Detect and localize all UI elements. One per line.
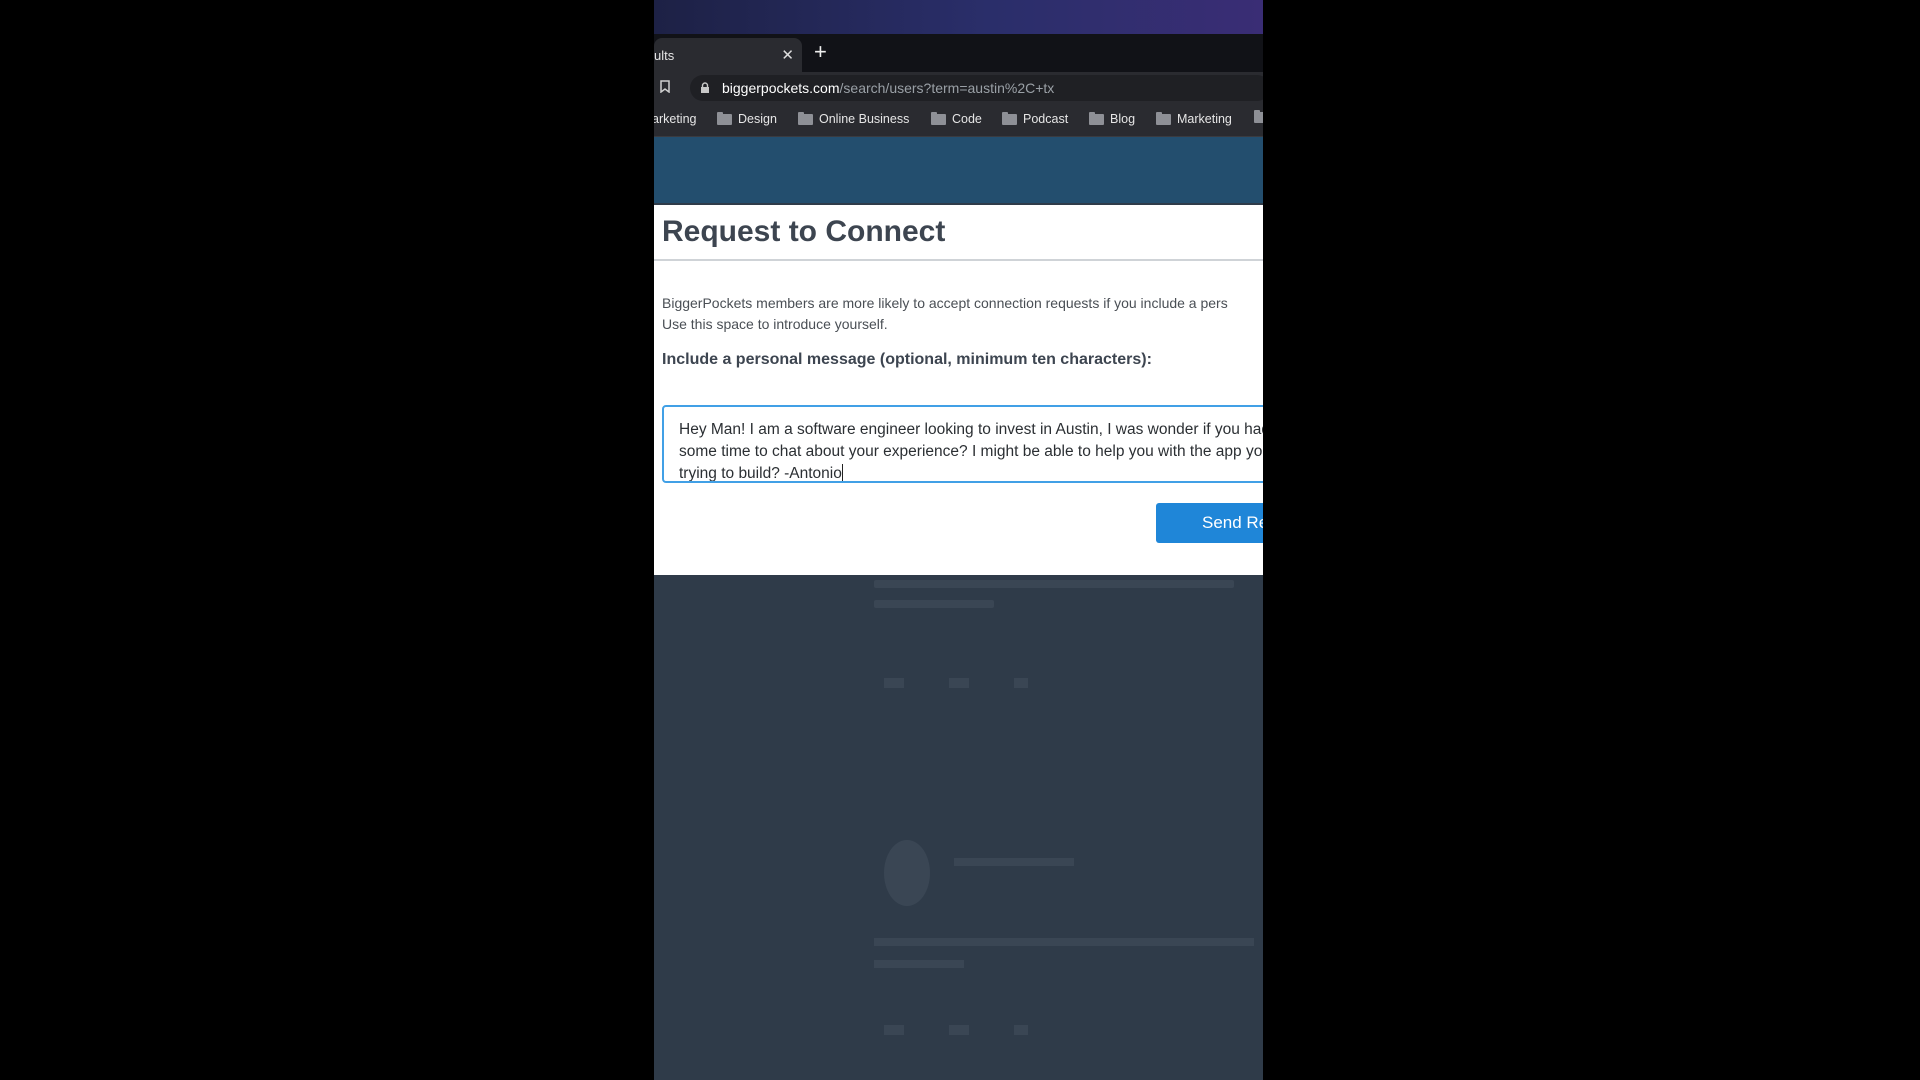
site-navigation-dimmed <box>654 137 1263 203</box>
blurred-stat <box>949 678 969 688</box>
bookmark-blog[interactable]: Blog <box>1089 111 1136 126</box>
folder-icon <box>1089 111 1104 125</box>
bookmark-code[interactable]: Code <box>931 111 982 126</box>
new-tab-icon[interactable]: + <box>814 39 827 65</box>
folder-icon <box>1254 110 1263 123</box>
blurred-stat <box>884 678 904 688</box>
description-line-2: Use this space to introduce yourself. <box>662 316 888 332</box>
browser-viewport: ults ✕ + biggerpockets.com/search/users?… <box>654 0 1263 1080</box>
lock-icon <box>701 82 709 93</box>
bookmark-label: Marketing <box>1177 112 1232 126</box>
bookmark-label: Code <box>952 112 982 126</box>
modal-description: BiggerPockets members are more likely to… <box>662 293 1263 335</box>
bookmark-podcast[interactable]: Podcast <box>1002 111 1069 126</box>
blurred-text-line <box>874 938 1254 946</box>
blurred-text-line <box>874 600 994 608</box>
bookmarks-bar: arketing Design Online Business Code Pod… <box>654 104 1263 137</box>
url-text: biggerpockets.com/search/users?term=aust… <box>722 80 1054 96</box>
text-cursor <box>841 464 843 481</box>
blurred-stat <box>949 1025 969 1035</box>
address-bar[interactable]: biggerpockets.com/search/users?term=aust… <box>690 75 1263 101</box>
description-line-1: BiggerPockets members are more likely to… <box>662 295 1228 311</box>
blurred-text-line <box>954 858 1074 866</box>
browser-tab[interactable]: ults ✕ <box>654 38 802 72</box>
blurred-stat <box>1014 678 1028 688</box>
message-text: Hey Man! I am a software engineer lookin… <box>679 419 1263 482</box>
folder-icon <box>1002 111 1017 125</box>
bookmark-online-business[interactable]: Online Business <box>798 111 910 126</box>
tab-bar: ults ✕ + <box>654 34 1263 72</box>
modal-title: Request to Connect <box>662 215 946 248</box>
bookmark-label: Blog <box>1110 112 1136 126</box>
window-top-bar <box>654 0 1263 34</box>
modal-divider <box>654 259 1263 261</box>
blurred-stat <box>1014 1025 1028 1035</box>
folder-icon <box>798 111 813 125</box>
blurred-text-line <box>874 580 1234 588</box>
folder-icon <box>1156 111 1171 125</box>
bookmark-overflow[interactable] <box>1254 110 1263 123</box>
close-tab-icon[interactable]: ✕ <box>781 46 794 64</box>
url-path: /search/users?term=austin%2C+tx <box>839 80 1055 96</box>
bookmark-label: Online Business <box>819 112 910 126</box>
address-bar-row: biggerpockets.com/search/users?term=aust… <box>654 72 1263 104</box>
bookmark-label: arketing <box>654 112 697 126</box>
tab-title: ults <box>654 48 675 63</box>
bookmark-icon[interactable] <box>660 80 670 93</box>
bookmark-marketing-partial[interactable]: arketing <box>654 112 696 126</box>
send-request-button[interactable]: Send Re <box>1156 503 1263 543</box>
bookmark-label: Design <box>738 112 777 126</box>
personal-message-textarea[interactable]: Hey Man! I am a software engineer lookin… <box>662 405 1263 483</box>
avatar <box>884 840 930 906</box>
message-content: Hey Man! I am a software engineer lookin… <box>679 421 1263 482</box>
blurred-stat <box>884 1025 904 1035</box>
url-host: biggerpockets.com <box>722 80 840 96</box>
folder-icon <box>931 111 946 125</box>
bookmark-design[interactable]: Design <box>717 111 777 126</box>
bookmark-label: Podcast <box>1023 112 1069 126</box>
request-to-connect-modal: Request to Connect BiggerPockets members… <box>654 205 1263 575</box>
bookmark-marketing[interactable]: Marketing <box>1156 111 1232 126</box>
blurred-text-line <box>874 960 964 968</box>
personal-message-label: Include a personal message (optional, mi… <box>662 351 1152 368</box>
folder-icon <box>717 111 732 125</box>
